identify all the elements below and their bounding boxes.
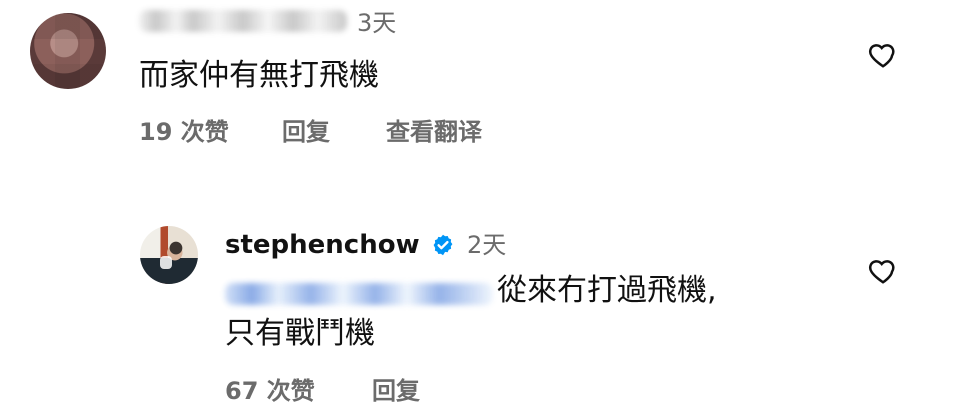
username[interactable]: stephenchow xyxy=(225,232,420,258)
reply-button[interactable]: 回复 xyxy=(372,379,420,403)
view-translation-button[interactable]: 查看翻译 xyxy=(386,120,482,144)
comment-text-line-2: 只有戰鬥機 xyxy=(225,316,375,351)
like-count[interactable]: 19 次赞 xyxy=(139,120,229,144)
comment-time: 3天 xyxy=(357,9,397,37)
like-count[interactable]: 67 次赞 xyxy=(225,379,315,403)
verified-badge-icon xyxy=(433,234,453,256)
blurred-username xyxy=(139,10,347,32)
heart-outline-icon[interactable] xyxy=(868,256,898,286)
comment-text-line-1: 從來冇打過飛機, xyxy=(497,273,717,308)
comment-time: 2天 xyxy=(467,231,507,259)
heart-outline-icon[interactable] xyxy=(868,40,898,70)
blurred-mention xyxy=(225,283,493,305)
reply-button[interactable]: 回复 xyxy=(282,120,330,144)
comment-text: 而家仲有無打飛機 xyxy=(139,58,379,93)
avatar[interactable] xyxy=(30,13,106,89)
avatar[interactable] xyxy=(140,226,198,284)
